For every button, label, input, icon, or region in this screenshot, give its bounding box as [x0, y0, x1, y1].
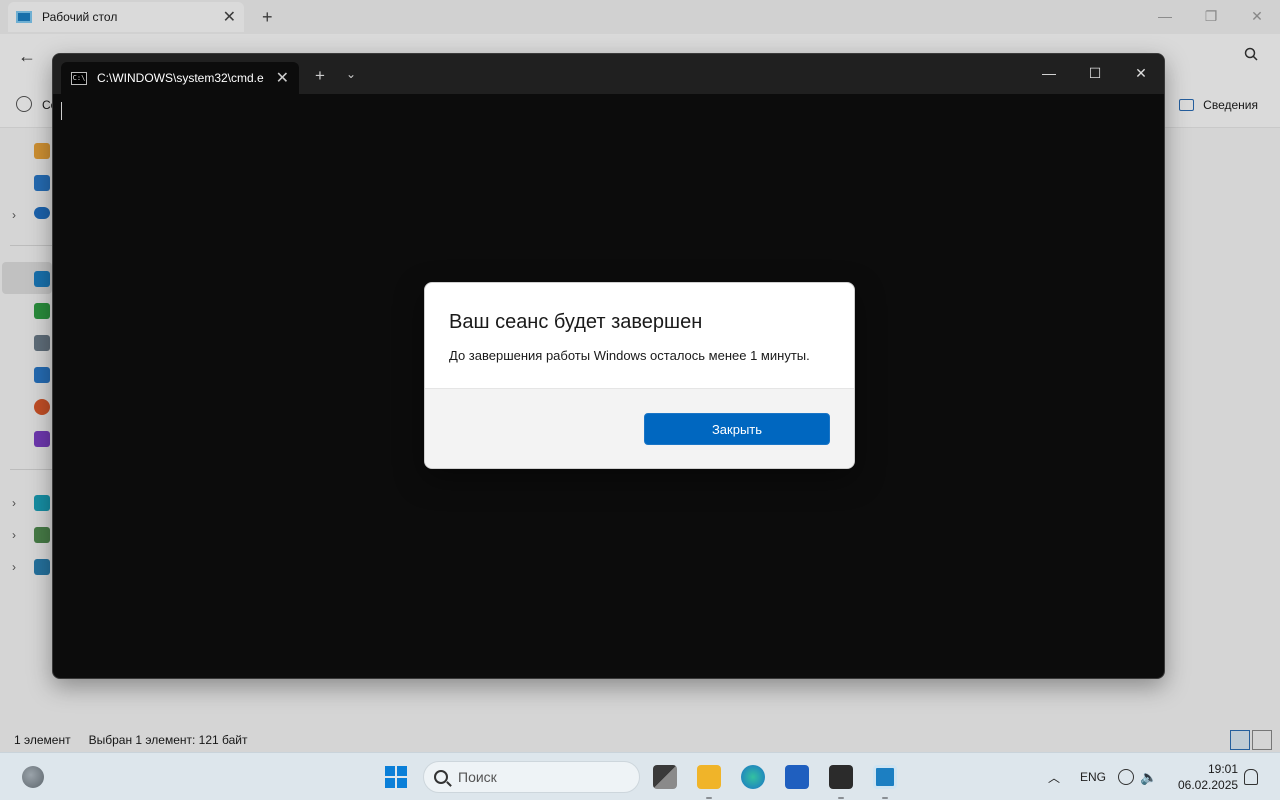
system-tray: ︿ ENG 🔈	[1048, 753, 1157, 800]
clock-date: 06.02.2025	[1178, 778, 1239, 792]
terminal-title-bar: C:\ C:\WINDOWS\system32\cmd.e ✕ + ⌄ — ☐ …	[53, 54, 1164, 94]
terminal-tab-cmd[interactable]: C:\ C:\WINDOWS\system32\cmd.e ✕	[61, 62, 299, 94]
text-cursor	[61, 102, 62, 120]
new-tab-button[interactable]: +	[315, 66, 325, 86]
terminal-icon[interactable]	[829, 765, 853, 789]
running-indicator	[882, 797, 888, 799]
dialog-title: Ваш сеанс будет завершен	[449, 311, 703, 333]
session-end-dialog: Ваш сеанс будет завершен До завершения р…	[424, 282, 855, 469]
windows-logo-tile	[385, 778, 395, 788]
search-placeholder: Поиск	[458, 769, 497, 785]
volume-icon[interactable]: 🔈	[1140, 769, 1157, 786]
microsoft-store-icon[interactable]	[785, 765, 809, 789]
edge-browser-icon[interactable]	[741, 765, 765, 789]
task-view-icon[interactable]	[653, 765, 677, 789]
chevron-up-icon[interactable]: ︿	[1048, 769, 1060, 786]
windows-logo-tile	[385, 766, 395, 776]
running-indicator	[838, 797, 844, 799]
language-indicator[interactable]: ENG	[1080, 770, 1106, 784]
windows-logo-tile	[397, 778, 407, 788]
dialog-footer: Закрыть	[425, 388, 854, 468]
clock[interactable]: 19:01 06.02.2025	[1178, 761, 1238, 793]
terminal-tab-label: C:\WINDOWS\system32\cmd.e	[97, 71, 264, 85]
network-globe-icon[interactable]	[1118, 769, 1135, 785]
clock-time: 19:01	[1207, 762, 1238, 776]
taskbar-search[interactable]: Поиск	[423, 761, 640, 793]
notification-bell-icon[interactable]	[1244, 769, 1258, 785]
dialog-message: До завершения работы Windows осталось ме…	[449, 348, 810, 363]
cmd-icon: C:\	[71, 71, 87, 85]
terminal-window-controls: — ☐ ✕	[1026, 54, 1164, 92]
weather-icon[interactable]	[22, 766, 44, 788]
file-explorer-icon[interactable]	[697, 765, 721, 789]
close-button[interactable]: Закрыть	[644, 413, 830, 445]
windows-logo-tile	[397, 766, 407, 776]
taskbar: Поиск ︿ ENG 🔈 19:01 06.02.2025	[0, 752, 1280, 800]
running-indicator	[706, 797, 712, 799]
close-window-button[interactable]: ✕	[1118, 54, 1164, 92]
minimize-button[interactable]: —	[1026, 54, 1072, 92]
start-button[interactable]	[385, 766, 407, 788]
chevron-down-icon[interactable]: ⌄	[346, 67, 356, 81]
remote-desktop-icon[interactable]	[873, 765, 897, 789]
maximize-button[interactable]: ☐	[1072, 54, 1118, 92]
close-tab-icon[interactable]: ✕	[276, 68, 289, 88]
search-icon	[434, 770, 448, 784]
